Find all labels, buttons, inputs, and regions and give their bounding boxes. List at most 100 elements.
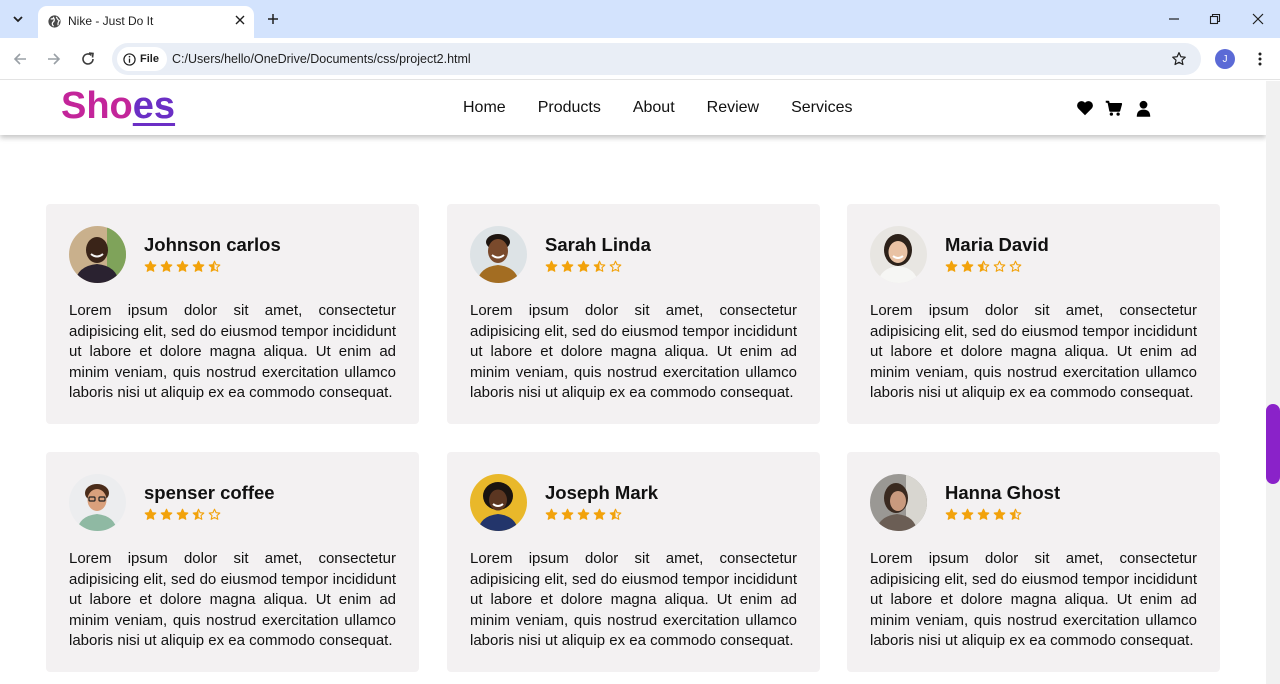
- heart-icon[interactable]: [1076, 99, 1094, 117]
- star-full-icon: [545, 260, 558, 272]
- arrow-right-icon: [48, 53, 61, 65]
- menu-kebab-icon[interactable]: [1250, 48, 1270, 70]
- star-full-icon: [961, 508, 974, 520]
- reviewer-name: Hanna Ghost: [945, 482, 1061, 503]
- avatar-woman-window: [870, 474, 927, 531]
- logo-text: Sho: [61, 85, 133, 127]
- scrollbar-track[interactable]: [1266, 81, 1280, 684]
- avatar-dark-man-smiling: [69, 226, 126, 283]
- site-info-chip[interactable]: File: [117, 47, 167, 71]
- file-chip-label: File: [140, 53, 159, 65]
- site-header: Shoes Home Products About Review Service…: [0, 81, 1266, 135]
- reviewer-name: Joseph Mark: [545, 482, 659, 503]
- address-bar[interactable]: File C:/Users/hello/OneDrive/Documents/c…: [112, 43, 1201, 75]
- tab-title: Nike - Just Do It: [68, 14, 154, 28]
- star-full-icon: [577, 508, 590, 520]
- star-empty-icon: [609, 260, 622, 272]
- star-half-icon: [208, 260, 221, 272]
- star-full-icon: [176, 260, 189, 272]
- profile-avatar[interactable]: J: [1215, 49, 1235, 69]
- star-full-icon: [993, 508, 1006, 520]
- rating-stars: [545, 508, 622, 521]
- bookmark-star-icon[interactable]: [1169, 49, 1189, 69]
- star-empty-icon: [1009, 260, 1022, 272]
- avatar-woman-smiling: [870, 226, 927, 283]
- reviewer-name: Johnson carlos: [144, 234, 281, 255]
- star-full-icon: [561, 260, 574, 272]
- review-text: Lorem ipsum dolor sit amet, consectetur …: [870, 302, 1197, 402]
- nav-home[interactable]: Home: [463, 99, 506, 117]
- restore-button[interactable]: [1204, 9, 1226, 29]
- star-half-icon: [1009, 508, 1022, 520]
- star-full-icon: [945, 260, 958, 272]
- browser-tab[interactable]: Nike - Just Do It: [38, 6, 254, 38]
- star-half-icon: [977, 260, 990, 272]
- star-half-icon: [192, 508, 205, 520]
- star-full-icon: [545, 508, 558, 520]
- nav-services[interactable]: Services: [791, 99, 852, 117]
- star-full-icon: [961, 260, 974, 272]
- reviewer-name: spenser coffee: [144, 482, 275, 503]
- star-full-icon: [192, 260, 205, 272]
- main-nav: Home Products About Review Services: [463, 99, 884, 117]
- star-full-icon: [160, 508, 173, 520]
- nav-review[interactable]: Review: [707, 99, 759, 117]
- star-full-icon: [593, 508, 606, 520]
- minimize-button[interactable]: [1163, 9, 1185, 29]
- avatar-woman-yellow-bg: [470, 474, 527, 531]
- star-full-icon: [160, 260, 173, 272]
- header-icons: [1076, 99, 1152, 117]
- rating-stars: [545, 260, 622, 273]
- star-full-icon: [176, 508, 189, 520]
- review-card: Johnson carlos Lorem ipsum dolor sit ame…: [46, 204, 419, 424]
- plus-icon: [268, 14, 278, 24]
- rating-stars: [945, 260, 1022, 273]
- browser-toolbar: File C:/Users/hello/OneDrive/Documents/c…: [0, 38, 1280, 80]
- user-icon[interactable]: [1134, 99, 1152, 117]
- rating-stars: [144, 508, 221, 521]
- review-text: Lorem ipsum dolor sit amet, consectetur …: [470, 302, 797, 402]
- tab-close-icon[interactable]: [232, 12, 248, 28]
- star-empty-icon: [993, 260, 1006, 272]
- review-card: Sarah Linda Lorem ipsum dolor sit amet, …: [447, 204, 820, 424]
- star-half-icon: [593, 260, 606, 272]
- site-logo[interactable]: Shoes: [61, 85, 175, 128]
- nav-about[interactable]: About: [633, 99, 675, 117]
- reload-icon: [82, 52, 94, 65]
- close-icon: [1252, 13, 1264, 25]
- star-full-icon: [144, 260, 157, 272]
- star-half-icon: [609, 508, 622, 520]
- star-full-icon: [945, 508, 958, 520]
- rating-stars: [945, 508, 1022, 521]
- reviewer-name: Maria David: [945, 234, 1049, 255]
- minimize-icon: [1169, 18, 1179, 20]
- scrollbar-thumb[interactable]: [1266, 404, 1280, 484]
- review-card: Maria David Lorem ipsum dolor sit amet, …: [847, 204, 1220, 424]
- star-full-icon: [561, 508, 574, 520]
- review-card: Hanna Ghost Lorem ipsum dolor sit amet, …: [847, 452, 1220, 672]
- chevron-down-icon: [13, 16, 23, 23]
- review-text: Lorem ipsum dolor sit amet, consectetur …: [470, 550, 797, 650]
- forward-button[interactable]: [43, 48, 65, 70]
- restore-icon: [1209, 13, 1221, 25]
- star-full-icon: [977, 508, 990, 520]
- star-full-icon: [577, 260, 590, 272]
- back-button[interactable]: [9, 48, 31, 70]
- review-text: Lorem ipsum dolor sit amet, consectetur …: [870, 550, 1197, 650]
- review-card: spenser coffee Lorem ipsum dolor sit ame…: [46, 452, 419, 672]
- cart-icon[interactable]: [1105, 99, 1123, 117]
- url-text[interactable]: C:/Users/hello/OneDrive/Documents/css/pr…: [172, 52, 471, 66]
- logo-accent-text: es: [132, 85, 176, 127]
- review-text: Lorem ipsum dolor sit amet, consectetur …: [69, 550, 396, 650]
- reviewer-name: Sarah Linda: [545, 234, 651, 255]
- star-full-icon: [144, 508, 157, 520]
- star-empty-icon: [208, 508, 221, 520]
- avatar-man-glasses: [69, 474, 126, 531]
- globe-icon: [48, 15, 61, 28]
- reload-button[interactable]: [77, 48, 99, 70]
- nav-products[interactable]: Products: [538, 99, 601, 117]
- tab-search-button[interactable]: [6, 7, 30, 31]
- new-tab-button[interactable]: [262, 8, 284, 30]
- tab-strip: Nike - Just Do It: [0, 0, 1280, 38]
- close-window-button[interactable]: [1247, 9, 1269, 29]
